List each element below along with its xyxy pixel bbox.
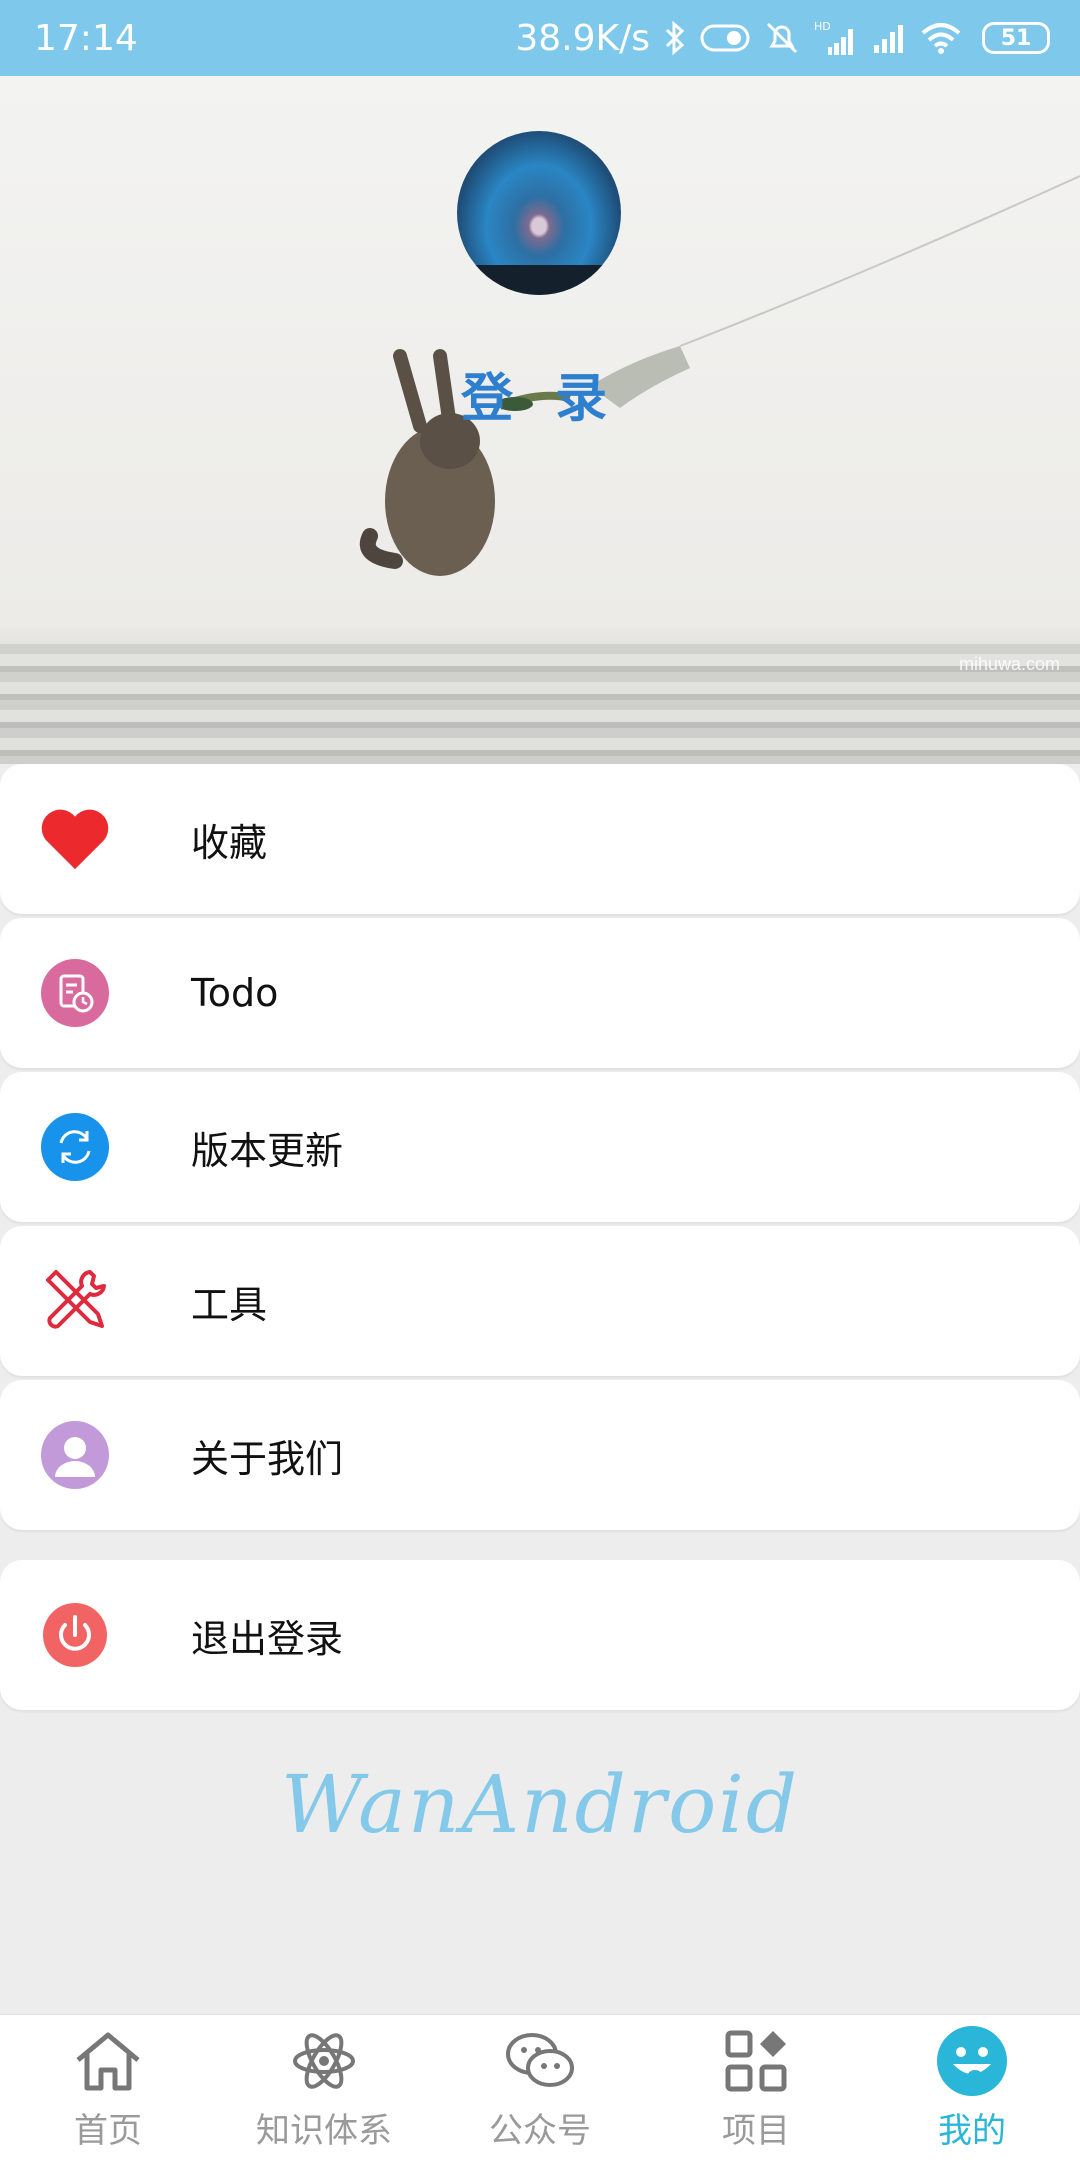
status-time: 17:14 — [34, 17, 138, 59]
hd-signal-icon: HD — [814, 19, 858, 57]
tab-label: 首页 — [74, 2111, 142, 2151]
battery-icon: 51 — [982, 22, 1050, 54]
tab-mine[interactable]: 我的 — [864, 2015, 1080, 2160]
tab-projects[interactable]: 项目 — [648, 2015, 864, 2160]
tab-label: 我的 — [938, 2111, 1006, 2151]
user-icon — [40, 1420, 110, 1490]
header-background-floor — [0, 644, 1080, 764]
avatar[interactable] — [457, 131, 621, 295]
tab-knowledge[interactable]: 知识体系 — [216, 2015, 432, 2160]
menu-item-label: Todo — [191, 971, 279, 1015]
refresh-icon — [40, 1112, 110, 1182]
grid-icon — [720, 2025, 792, 2097]
menu-item-label: 版本更新 — [191, 1128, 344, 1173]
bottom-tab-bar: 首页 知识体系 公众号 项目 我的 — [0, 2014, 1080, 2160]
status-icons: 38.9K/s HD 51 — [515, 18, 1050, 59]
status-bar: 17:14 38.9K/s HD 51 — [0, 0, 1080, 76]
power-icon — [40, 1600, 110, 1670]
toggle-icon — [700, 24, 750, 52]
login-button[interactable]: 登 录 — [0, 356, 1080, 431]
tab-home[interactable]: 首页 — [0, 2015, 216, 2160]
tab-wechat[interactable]: 公众号 — [432, 2015, 648, 2160]
tab-label: 项目 — [722, 2111, 790, 2151]
menu-item-favorites[interactable]: 收藏 — [0, 764, 1080, 914]
wifi-icon — [920, 21, 962, 55]
smiley-icon — [936, 2025, 1008, 2097]
menu-item-update[interactable]: 版本更新 — [0, 1072, 1080, 1222]
bluetooth-icon — [664, 21, 686, 55]
tab-label: 知识体系 — [256, 2111, 392, 2151]
home-icon — [72, 2025, 144, 2097]
menu-item-label: 收藏 — [191, 820, 268, 865]
heart-icon — [40, 804, 110, 874]
logout-button[interactable]: 退出登录 — [0, 1560, 1080, 1710]
brand-logo: WanAndroid — [280, 1758, 800, 1851]
menu-item-tools[interactable]: 工具 — [0, 1226, 1080, 1376]
network-speed: 38.9K/s — [515, 17, 650, 59]
signal-icon — [872, 21, 906, 55]
profile-header: 登 录 mihuwa.com — [0, 76, 1080, 764]
wechat-icon — [504, 2025, 576, 2097]
atom-icon — [288, 2025, 360, 2097]
menu-item-label: 工具 — [191, 1282, 268, 1327]
tools-icon — [40, 1266, 110, 1336]
menu-item-about[interactable]: 关于我们 — [0, 1380, 1080, 1530]
menu-item-todo[interactable]: Todo — [0, 918, 1080, 1068]
todo-icon — [40, 958, 110, 1028]
hd-label: HD — [814, 20, 831, 33]
logout-label: 退出登录 — [191, 1616, 344, 1661]
tab-label: 公众号 — [489, 2111, 591, 2151]
watermark: mihuwa.com — [958, 654, 1060, 674]
mute-alarm-icon — [764, 20, 800, 56]
menu-item-label: 关于我们 — [191, 1436, 344, 1481]
